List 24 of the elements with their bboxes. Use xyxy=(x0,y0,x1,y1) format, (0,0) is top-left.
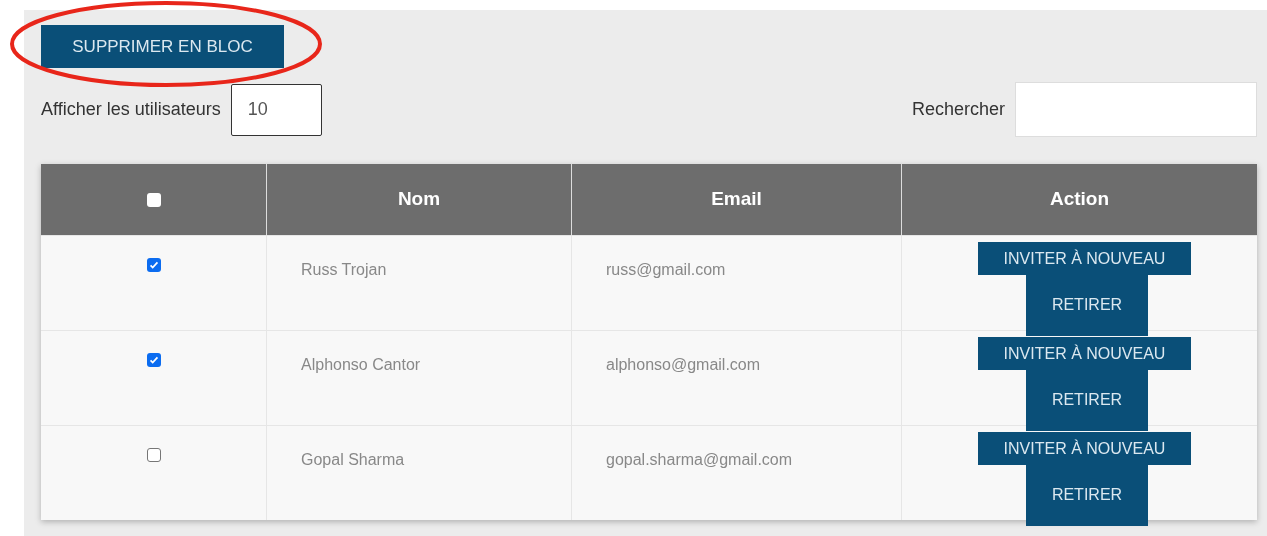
page-length-label: Afficher les utilisateurs xyxy=(41,98,221,121)
search-label: Rechercher xyxy=(911,98,1005,121)
email-cell: alphonso@gmail.com xyxy=(606,356,761,373)
checkbox[interactable] xyxy=(146,192,161,207)
column-header: Nom xyxy=(397,187,441,212)
name-cell: Gopal Sharma xyxy=(301,451,405,468)
email-cell: gopal.sharma@gmail.com xyxy=(606,451,793,468)
checkbox[interactable] xyxy=(146,353,161,367)
remove-button[interactable]: RETIRER xyxy=(1025,274,1149,336)
checkbox[interactable] xyxy=(146,258,161,272)
remove-button[interactable]: RETIRER xyxy=(1025,464,1149,526)
reinvite-button[interactable]: INVITER À NOUVEAU xyxy=(977,432,1192,465)
name-cell: Alphonso Cantor xyxy=(301,356,421,373)
name-cell: Russ Trojan xyxy=(301,261,387,278)
page-length-field[interactable]: 10 xyxy=(230,83,322,136)
remove-button[interactable]: RETIRER xyxy=(1025,369,1149,431)
search-field[interactable] xyxy=(1015,82,1257,137)
column-header: Action xyxy=(1049,187,1110,212)
bulk-delete-button[interactable]: SUPPRIMER EN BLOC xyxy=(41,25,284,68)
checkbox[interactable] xyxy=(146,448,161,462)
reinvite-button[interactable]: INVITER À NOUVEAU xyxy=(977,337,1192,370)
column-header: Email xyxy=(711,187,762,212)
reinvite-button[interactable]: INVITER À NOUVEAU xyxy=(977,242,1192,275)
email-cell: russ@gmail.com xyxy=(606,261,726,278)
